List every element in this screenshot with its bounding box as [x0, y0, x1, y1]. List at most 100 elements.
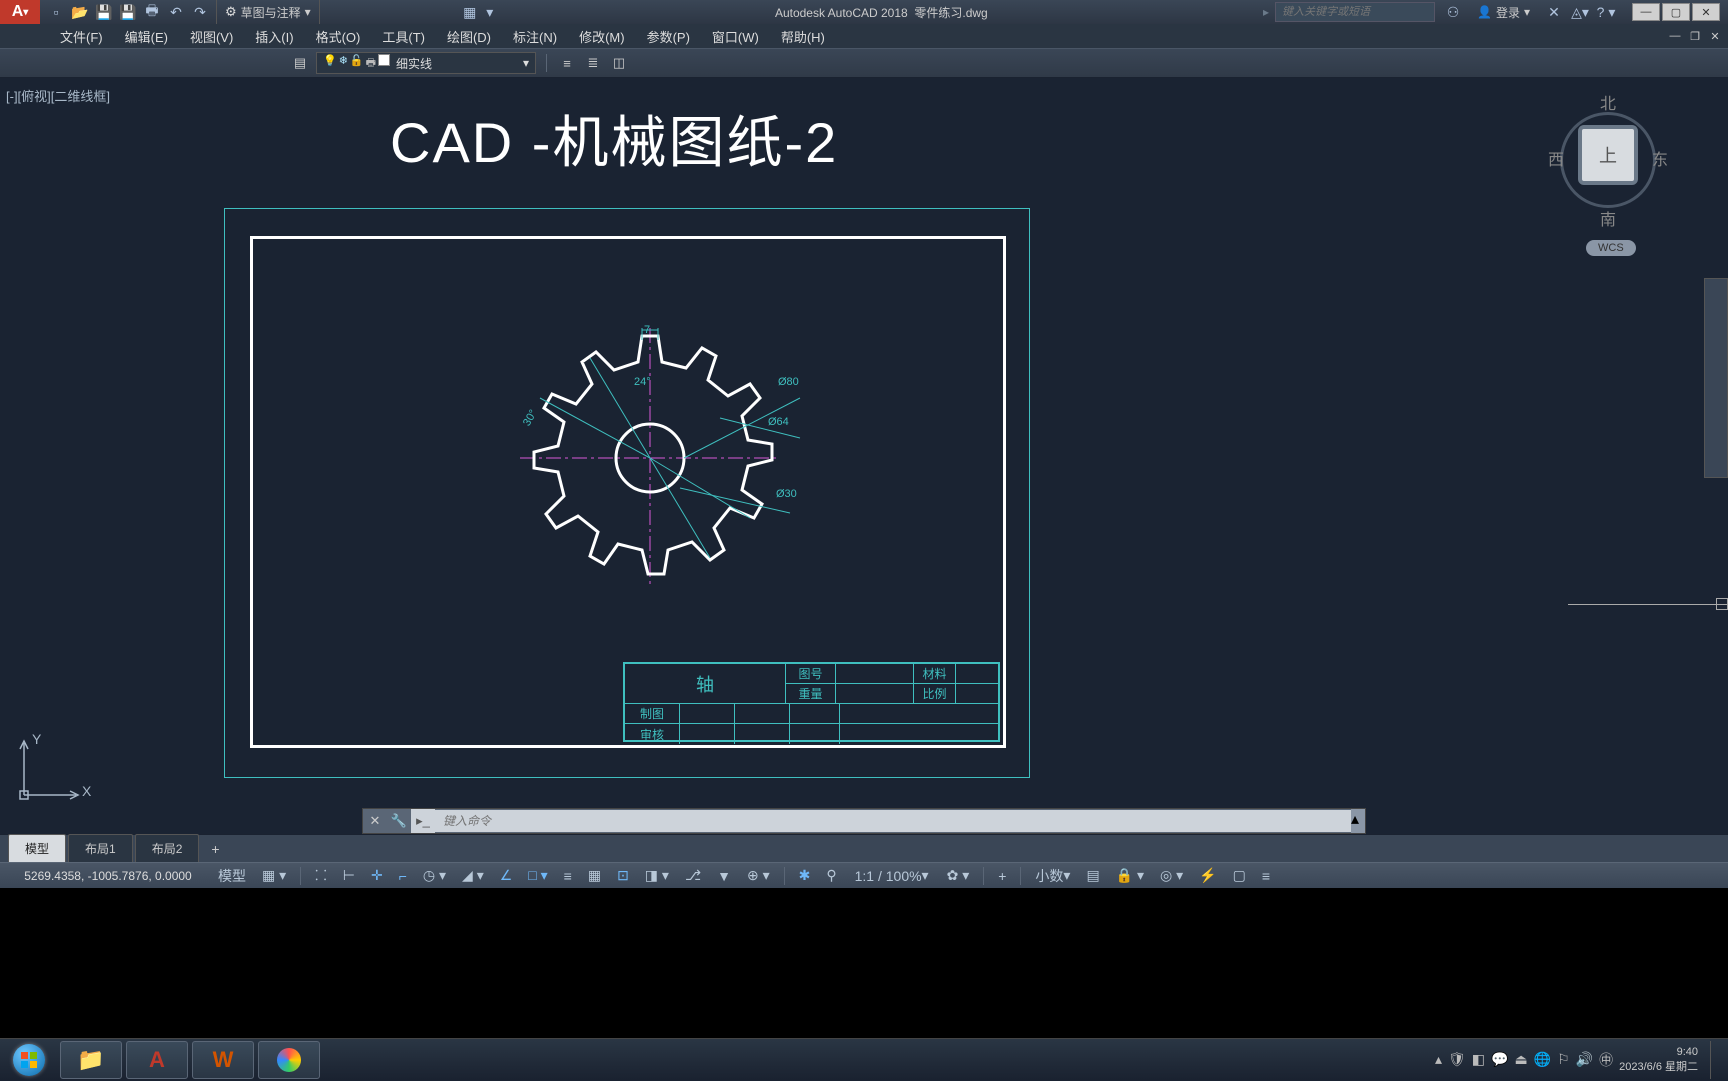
tab-layout2[interactable]: 布局2 [135, 834, 200, 862]
start-button[interactable] [0, 1039, 58, 1081]
dynamic-ucs-icon[interactable]: ⎇ [679, 864, 707, 887]
hardware-accel-icon[interactable]: ⚡ [1193, 864, 1222, 887]
menu-file[interactable]: 文件(F) [50, 24, 113, 49]
tray-chat-icon[interactable]: 💬 [1491, 1051, 1508, 1068]
menu-edit[interactable]: 编辑(E) [115, 24, 178, 49]
quick-properties-icon[interactable]: ▤ [1080, 864, 1105, 887]
tab-layout1[interactable]: 布局1 [68, 834, 133, 862]
cmd-prompt-icon[interactable]: ▸_ [411, 809, 435, 833]
menu-draw[interactable]: 绘图(D) [437, 24, 501, 49]
drawing-canvas[interactable]: [-][俯视][二维线框] CAD -机械图纸-2 轴 图号 材料 重量 [0, 78, 1728, 818]
taskbar-clock[interactable]: 9:40 2023/6/6 星期二 [1619, 1045, 1698, 1074]
cmd-close-icon[interactable]: ✕ [363, 809, 387, 833]
menu-tools[interactable]: 工具(T) [372, 24, 435, 49]
exchange-icon[interactable]: ✕ [1544, 2, 1564, 22]
selection-cycling-icon[interactable]: ⊡ [611, 864, 635, 887]
tray-volume-icon[interactable]: 🔊 [1576, 1051, 1593, 1068]
open-icon[interactable]: 📂 [70, 2, 90, 22]
3dosnap-icon[interactable]: ◨ ▾ [639, 864, 675, 887]
workspace-dropdown[interactable]: ⚙ 草图与注释 ▾ [216, 0, 320, 24]
navigation-bar[interactable] [1704, 278, 1728, 478]
doc-restore-button[interactable]: ❐ [1686, 28, 1704, 44]
wcs-badge[interactable]: WCS [1586, 240, 1636, 256]
menu-insert[interactable]: 插入(I) [245, 24, 303, 49]
doc-minimize-button[interactable]: — [1666, 28, 1684, 44]
menu-modify[interactable]: 修改(M) [569, 24, 635, 49]
osnap-tracking-icon[interactable]: ∠ [494, 864, 519, 887]
minimize-button[interactable]: — [1632, 3, 1660, 21]
compass-west[interactable]: 西 [1548, 146, 1564, 170]
plot-icon[interactable]: 🖶 [142, 2, 162, 22]
osnap-icon[interactable]: □ ▾ [522, 864, 553, 887]
menu-view[interactable]: 视图(V) [180, 24, 243, 49]
clean-screen-icon[interactable]: ▢ [1227, 864, 1252, 887]
menu-dimension[interactable]: 标注(N) [503, 24, 567, 49]
chevron-down-icon[interactable]: ▾ [480, 2, 500, 22]
a360-icon[interactable]: ◬▾ [1570, 2, 1590, 22]
tray-usb-icon[interactable]: ⏏ [1514, 1051, 1527, 1068]
compass-south[interactable]: 南 [1600, 206, 1616, 230]
taskbar-autocad[interactable]: A [126, 1041, 188, 1079]
show-desktop-button[interactable] [1710, 1041, 1718, 1079]
save-icon[interactable]: 💾 [94, 2, 114, 22]
selection-filter-icon[interactable]: ▼ [711, 865, 737, 887]
share-icon[interactable]: ▦ [460, 2, 480, 22]
taskbar-browser[interactable] [258, 1041, 320, 1079]
doc-close-button[interactable]: ✕ [1706, 28, 1724, 44]
compass-east[interactable]: 东 [1652, 146, 1668, 170]
menu-format[interactable]: 格式(O) [306, 24, 371, 49]
tray-app-icon[interactable]: ◧ [1472, 1051, 1485, 1068]
login-button[interactable]: 👤 登录 ▾ [1469, 4, 1538, 21]
lineweight-toggle-icon[interactable]: ≡ [558, 865, 578, 887]
layer-properties-icon[interactable]: ▤ [290, 53, 310, 73]
annotation-visibility-icon[interactable]: ✱ [793, 864, 817, 887]
coordinates-display[interactable]: 5269.4358, -1005.7876, 0.0000 [8, 869, 208, 883]
annotation-scale-dropdown[interactable]: 1:1 / 100% ▾ [847, 865, 937, 886]
help-icon[interactable]: ? ▾ [1596, 2, 1616, 22]
dynamic-input-icon[interactable]: ✛ [365, 864, 389, 887]
app-logo[interactable]: A▾ [0, 0, 40, 24]
menu-window[interactable]: 窗口(W) [702, 24, 769, 49]
snap-icon[interactable]: ⸬ [309, 863, 333, 888]
infocentre-icon[interactable]: ⚇ [1443, 2, 1463, 22]
lineweight-icon[interactable]: ≣ [583, 53, 603, 73]
tray-lang-icon[interactable]: ㊥ [1599, 1050, 1613, 1070]
undo-icon[interactable]: ↶ [166, 2, 186, 22]
view-cube[interactable]: 北 南 西 东 上 WCS [1548, 90, 1668, 260]
units-dropdown[interactable]: 小数 ▾ [1029, 863, 1076, 889]
taskbar-explorer[interactable]: 📁 [60, 1041, 122, 1079]
cmd-wrench-icon[interactable]: 🔧 [387, 809, 411, 833]
annotation-monitor-icon[interactable]: + [992, 865, 1012, 887]
tray-flag-icon[interactable]: ⚐ [1557, 1051, 1570, 1068]
tray-network-icon[interactable]: 🌐 [1534, 1051, 1551, 1068]
isodraft-icon[interactable]: ◢ ▾ [456, 864, 490, 887]
linetype-icon[interactable]: ≡ [557, 53, 577, 73]
help-search-input[interactable] [1275, 2, 1435, 22]
viewport-controls[interactable]: [-][俯视][二维线框] [6, 86, 110, 105]
gizmo-icon[interactable]: ⊕ ▾ [741, 864, 776, 887]
ucs-icon[interactable]: Y X [14, 735, 84, 808]
model-space-button[interactable]: 模型 [212, 863, 252, 889]
close-button[interactable]: ✕ [1692, 3, 1720, 21]
new-icon[interactable]: ▫ [46, 2, 66, 22]
command-input[interactable] [435, 810, 1351, 832]
saveas-icon[interactable]: 💾 [118, 2, 138, 22]
cmd-resize-handle[interactable]: ▴ [1351, 809, 1365, 833]
infer-icon[interactable]: ⊢ [337, 864, 361, 887]
transparency-icon[interactable]: ◫ [609, 53, 629, 73]
viewcube-top[interactable]: 上 [1578, 125, 1638, 185]
tray-chevron-icon[interactable]: ▴ [1435, 1051, 1442, 1068]
maximize-button[interactable]: ▢ [1662, 3, 1690, 21]
polar-icon[interactable]: ◷ ▾ [417, 864, 452, 887]
transparency-toggle-icon[interactable]: ▦ [582, 864, 607, 887]
compass-north[interactable]: 北 [1600, 90, 1616, 114]
customization-icon[interactable]: ≡ [1256, 865, 1276, 887]
menu-help[interactable]: 帮助(H) [771, 24, 835, 49]
menu-parametric[interactable]: 参数(P) [637, 24, 700, 49]
layer-dropdown[interactable]: 💡❄🔓🖶 细实线 ▾ [316, 52, 536, 74]
autoscale-icon[interactable]: ⚲ [820, 864, 842, 887]
workspace-switch-icon[interactable]: ✿ ▾ [941, 864, 976, 887]
tray-shield-icon[interactable]: 🛡 [1448, 1051, 1466, 1068]
ortho-icon[interactable]: ⌐ [393, 865, 413, 887]
redo-icon[interactable]: ↷ [190, 2, 210, 22]
